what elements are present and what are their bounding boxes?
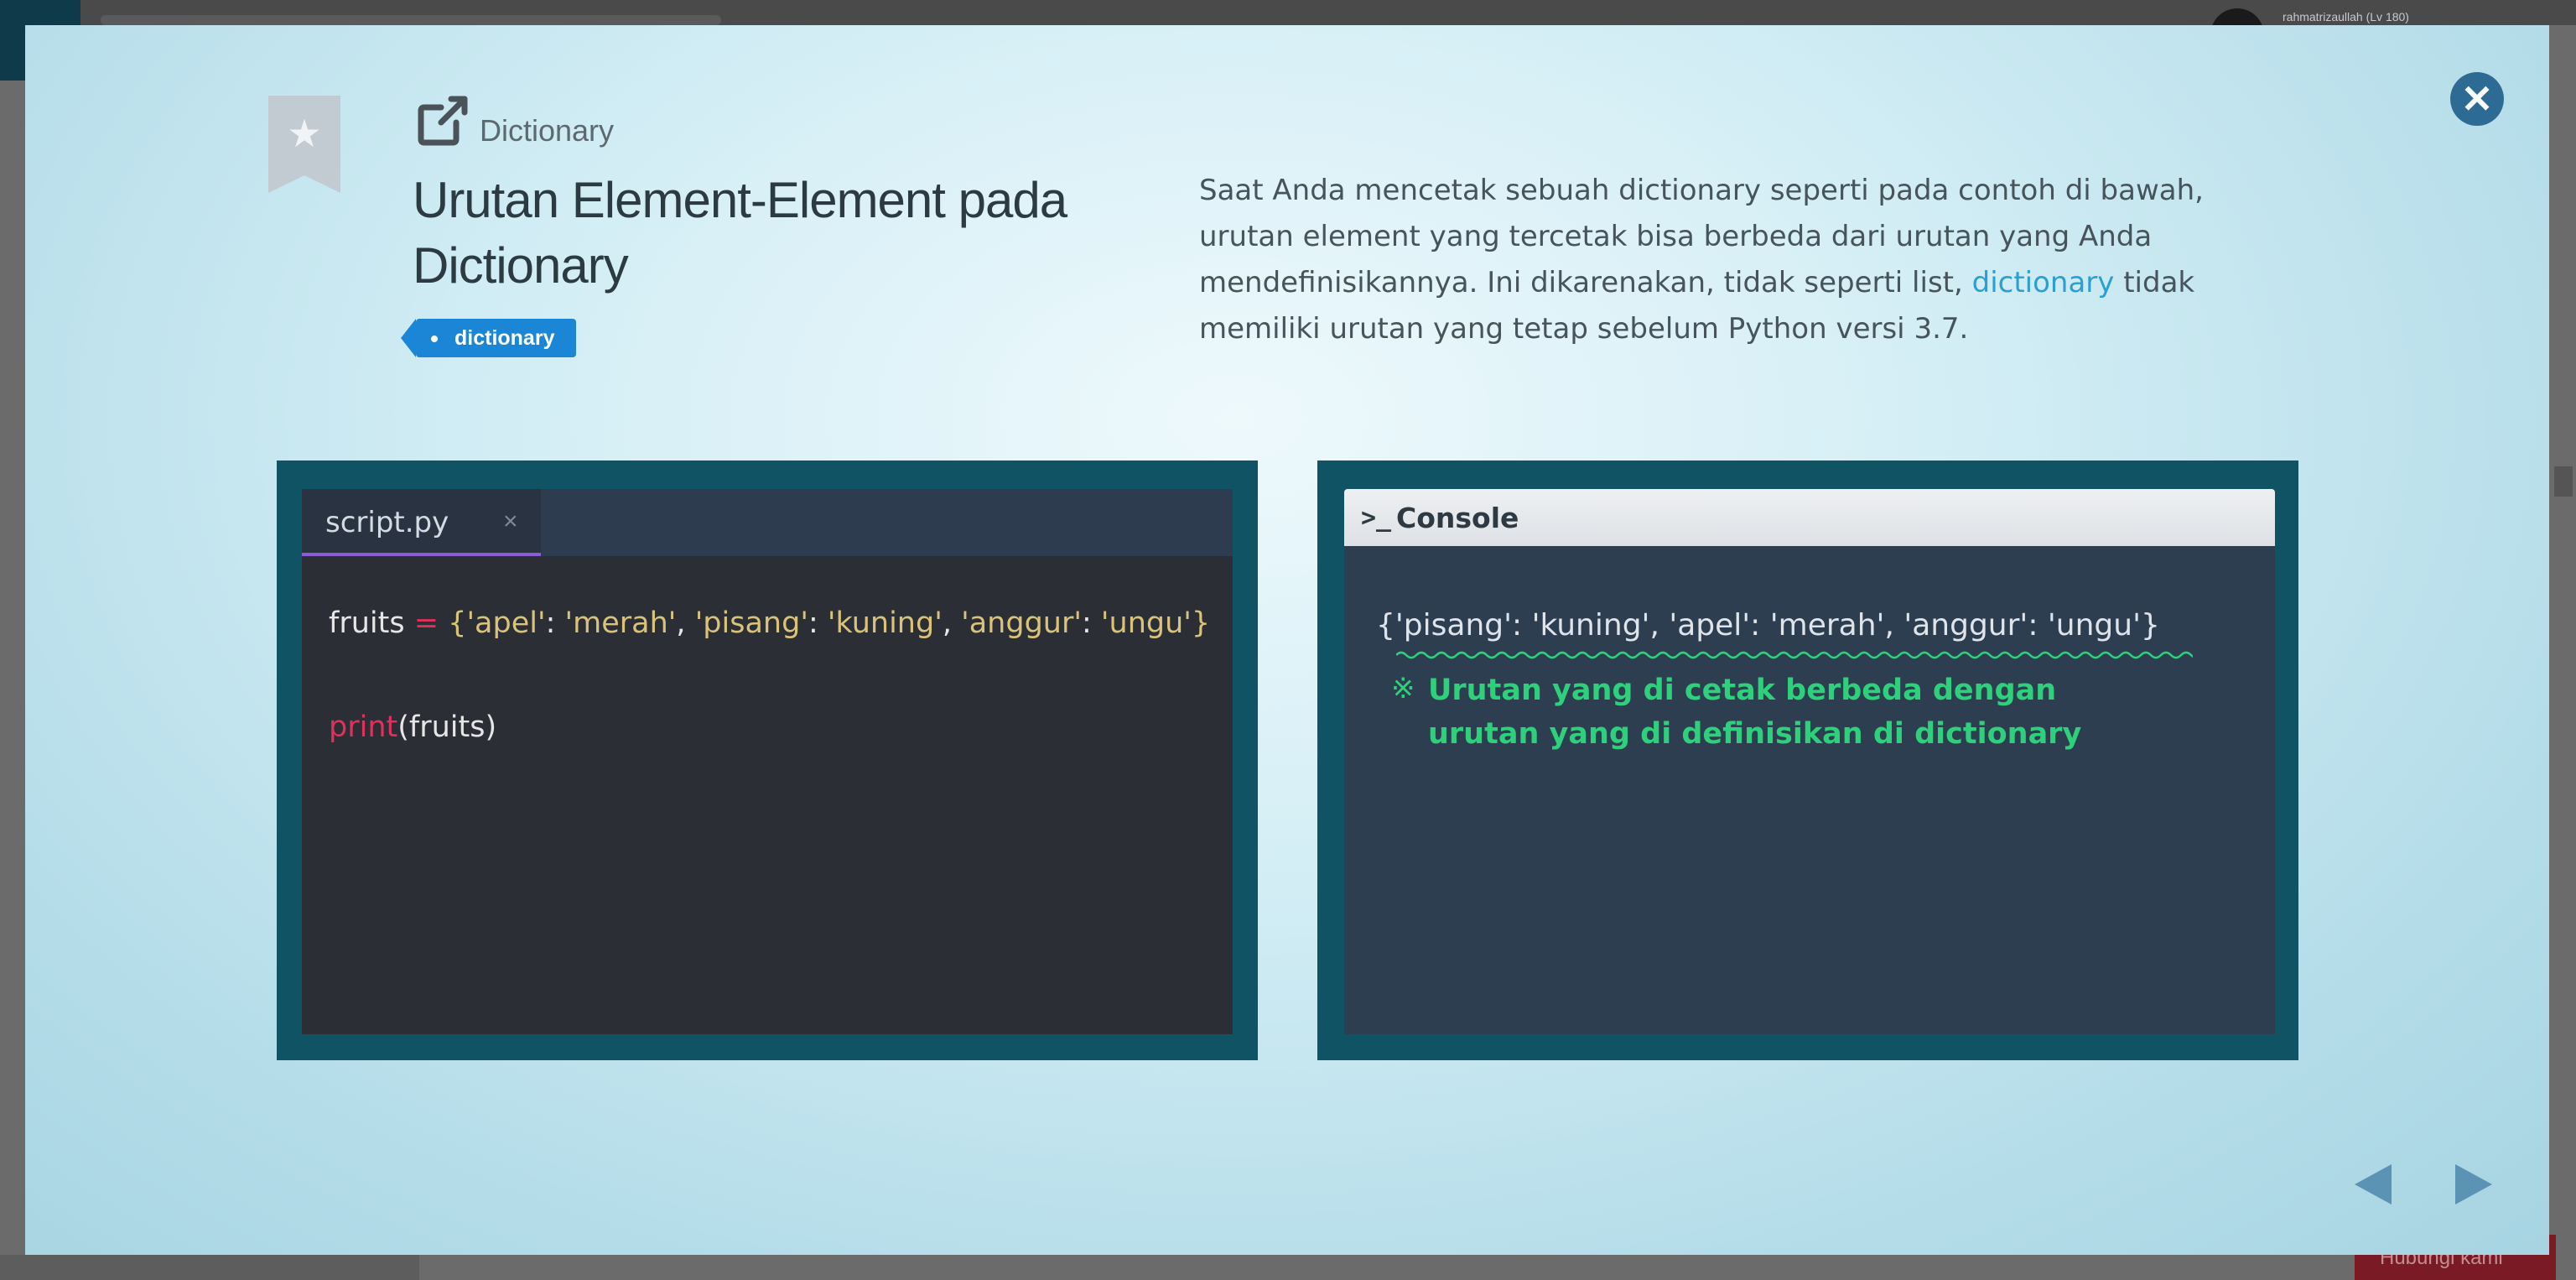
tab-label: script.py [325, 506, 449, 539]
tab-script-py[interactable]: script.py × [302, 489, 541, 556]
close-icon: ✕ [2460, 77, 2494, 121]
background-bottom-bar [0, 1255, 419, 1280]
code-print-keyword: print [329, 710, 398, 744]
console-output: {'pisang': 'kuning', 'apel': 'merah', 'a… [1376, 608, 2160, 643]
note-line-2: urutan yang di definisikan di dictionary [1428, 717, 2082, 751]
title-line-2: Dictionary [413, 237, 629, 294]
background-scrollbar [2554, 466, 2573, 497]
note-line-1: Urutan yang di cetak berbeda dengan [1428, 674, 2057, 707]
code-comma-2: , [942, 606, 962, 640]
code-brace-open: { [439, 606, 467, 640]
title-line-1: Urutan Element-Element pada [413, 172, 1067, 228]
description: Saat Anda mencetak sebuah dictionary sep… [1199, 168, 2289, 352]
code-comma-1: , [676, 606, 695, 640]
code-value-2: 'kuning' [827, 606, 943, 640]
code-operator: = [413, 606, 439, 640]
code-key-1: 'apel' [466, 606, 546, 640]
tag-dictionary[interactable]: dictionary [400, 319, 577, 357]
close-button[interactable]: ✕ [2450, 72, 2504, 126]
code-value-1: 'merah' [564, 606, 677, 640]
lesson-modal: ★ ✕ Dictionary Urutan Element-Element pa… [25, 25, 2549, 1255]
code-panel: script.py × fruits = {'apel': 'merah', '… [277, 460, 1258, 1060]
code-sep-1: : [545, 606, 565, 640]
page-title: Urutan Element-Element pada Dictionary [413, 168, 1167, 299]
code-brace-close: } [1191, 606, 1211, 640]
external-link-icon [418, 96, 468, 146]
next-slide-button[interactable] [2454, 1163, 2494, 1206]
terminal-icon: >_ [1361, 503, 1392, 533]
tag-dot-icon [431, 336, 438, 342]
squiggle-underline [1396, 651, 2193, 659]
console-header: >_ Console [1344, 489, 2275, 546]
code-line-2: print(fruits) [329, 710, 496, 744]
code-var: fruits [329, 606, 414, 640]
prev-slide-button[interactable] [2353, 1163, 2393, 1206]
background-search-bar [101, 15, 721, 25]
code-sep-3: : [1081, 606, 1101, 640]
section-label: Dictionary [480, 113, 615, 148]
code-key-2: 'pisang' [694, 606, 808, 640]
console-panel: >_ Console {'pisang': 'kuning', 'apel': … [1317, 460, 2298, 1060]
bookmark-star-icon[interactable]: ★ [268, 96, 340, 193]
editor-tabbar: script.py × [302, 489, 1233, 556]
console-title: Console [1396, 502, 1519, 534]
code-editor: script.py × fruits = {'apel': 'merah', '… [302, 489, 1233, 1034]
code-print-args: (fruits) [397, 710, 497, 744]
code-sep-2: : [808, 606, 828, 640]
code-value-3: 'ungu' [1100, 606, 1192, 640]
console-note: Urutan yang di cetak berbeda dengan urut… [1428, 669, 2081, 756]
tab-close-icon[interactable]: × [503, 507, 518, 536]
dictionary-link[interactable]: dictionary [1972, 266, 2115, 299]
code-line-1: fruits = {'apel': 'merah', 'pisang': 'ku… [329, 606, 1210, 640]
console: >_ Console {'pisang': 'kuning', 'apel': … [1344, 489, 2275, 1034]
triangle-right-icon [2455, 1164, 2492, 1205]
code-key-3: 'anggur' [961, 606, 1082, 640]
background-user-label: rahmatrizaullah (Lv 180) [2283, 10, 2409, 23]
triangle-left-icon [2355, 1164, 2392, 1205]
note-mark-icon: ※ [1391, 673, 1415, 705]
tag-label: dictionary [454, 326, 555, 350]
